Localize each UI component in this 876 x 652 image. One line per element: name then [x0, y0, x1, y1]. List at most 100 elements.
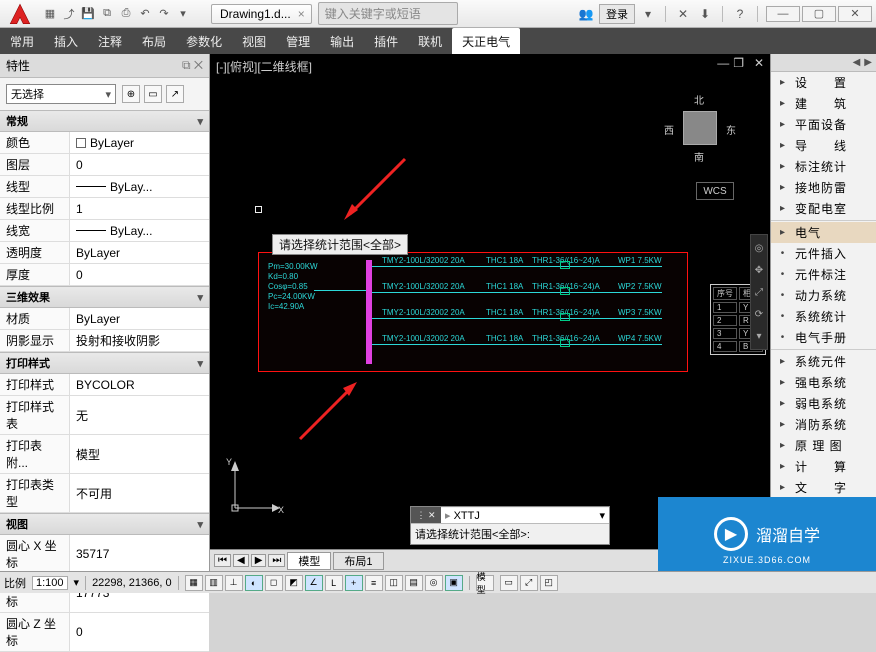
app-logo[interactable]: [2, 2, 38, 26]
tab-annotate[interactable]: 注释: [88, 28, 132, 54]
nav-showmo-icon[interactable]: ▾: [752, 329, 766, 343]
close-button[interactable]: ✕: [838, 6, 872, 22]
undo-icon[interactable]: ↶: [137, 6, 153, 22]
tab-view[interactable]: 视图: [232, 28, 276, 54]
scale-value[interactable]: 1:100: [32, 576, 68, 590]
osnap-icon[interactable]: ◻: [265, 575, 283, 591]
tool-item[interactable]: ▸建 筑: [771, 93, 876, 114]
tab-insert[interactable]: 插入: [44, 28, 88, 54]
prop-plotstyle-value[interactable]: BYCOLOR: [70, 374, 209, 395]
document-tab[interactable]: Drawing1.d...: [211, 4, 312, 24]
qp-icon[interactable]: ▤: [405, 575, 423, 591]
section-plotstyle[interactable]: 打印样式: [0, 352, 209, 374]
wcs-indicator[interactable]: WCS: [696, 182, 734, 200]
selection-filter-dropdown[interactable]: 无选择: [6, 84, 116, 104]
cloud-icon[interactable]: ⬇: [696, 5, 714, 23]
prop-ltscale-value[interactable]: 1: [70, 198, 209, 219]
pickadd-icon[interactable]: ⊕: [122, 85, 140, 103]
viewport-title[interactable]: [-][俯视][二维线框]: [216, 58, 312, 75]
new-icon[interactable]: ▦: [42, 6, 58, 22]
tool-item[interactable]: ▸消防系统: [771, 414, 876, 435]
maximize-button[interactable]: ▢: [802, 6, 836, 22]
quick-select-icon[interactable]: ↗: [166, 85, 184, 103]
tool-item[interactable]: ▸标注统计: [771, 156, 876, 177]
sb-ext2-icon[interactable]: ⤢: [520, 575, 538, 591]
sc-icon[interactable]: ◎: [425, 575, 443, 591]
grid-icon[interactable]: ▥: [205, 575, 223, 591]
tab-scroll-first-icon[interactable]: ⏮: [214, 554, 231, 567]
prop-centerx-value[interactable]: 35717: [70, 535, 209, 573]
tab-online[interactable]: 联机: [408, 28, 452, 54]
tab-common[interactable]: 常用: [0, 28, 44, 54]
tool-item[interactable]: ▸设 置: [771, 72, 876, 93]
sb-ext1-icon[interactable]: ▭: [500, 575, 518, 591]
print-icon[interactable]: ⎙: [118, 6, 134, 22]
section-view[interactable]: 视图: [0, 513, 209, 535]
tool-item[interactable]: ▸强电系统: [771, 372, 876, 393]
polar-icon[interactable]: ◐: [245, 575, 263, 591]
tool-item[interactable]: ▸系统元件: [771, 351, 876, 372]
command-line[interactable]: ⋮ ✕ ▸ XTTJ▾ 请选择统计范围<全部>:: [410, 506, 610, 545]
vp-min-icon[interactable]: —: [717, 56, 729, 70]
prop-plottabletype-value[interactable]: 不可用: [70, 474, 209, 512]
tab-layout[interactable]: 布局: [132, 28, 176, 54]
qat-more-icon[interactable]: ▾: [175, 6, 191, 22]
model-paper-toggle[interactable]: 模型: [476, 575, 494, 591]
open-icon[interactable]: ⤴: [61, 6, 77, 22]
snap-icon[interactable]: ▦: [185, 575, 203, 591]
prop-transparency-value[interactable]: ByLayer: [70, 242, 209, 263]
selection-handle[interactable]: [255, 206, 262, 213]
tool-item[interactable]: •元件插入: [771, 243, 876, 264]
drawing-canvas[interactable]: [-][俯视][二维线框] — ❐ ✕ 北 东 南 西 WCS 请选择统计范围<…: [210, 54, 770, 571]
tab-output[interactable]: 输出: [320, 28, 364, 54]
command-input[interactable]: ▸ XTTJ▾: [441, 508, 609, 523]
login-button[interactable]: 登录: [599, 4, 635, 24]
tool-item[interactable]: •系统统计: [771, 306, 876, 327]
tab-scroll-prev-icon[interactable]: ◀: [233, 554, 249, 567]
viewcube-west[interactable]: 西: [664, 122, 674, 137]
prop-plotattach-value[interactable]: 模型: [70, 435, 209, 473]
vp-restore-icon[interactable]: ❐: [733, 56, 744, 70]
am-icon[interactable]: ▣: [445, 575, 463, 591]
cmdline-grip-icon[interactable]: ⋮ ✕: [411, 507, 441, 523]
section-render[interactable]: 三维效果: [0, 286, 209, 308]
prop-color-value[interactable]: ByLayer: [70, 132, 209, 153]
prop-linetype-value[interactable]: ByLay...: [70, 176, 209, 197]
tab-scroll-next-icon[interactable]: ▶: [251, 554, 267, 567]
tool-item[interactable]: •动力系统: [771, 285, 876, 306]
tool-item[interactable]: •电气手册: [771, 327, 876, 348]
exchange-icon[interactable]: ✕: [674, 5, 692, 23]
sb-ext3-icon[interactable]: ◰: [540, 575, 558, 591]
prop-thickness-value[interactable]: 0: [70, 264, 209, 285]
section-general[interactable]: 常规: [0, 110, 209, 132]
nav-orbit-icon[interactable]: ⟳: [752, 307, 766, 321]
nav-zoom-icon[interactable]: ⤢: [752, 285, 766, 299]
tool-item[interactable]: ▸原 理 图: [771, 435, 876, 456]
tool-item[interactable]: ▸平面设备: [771, 114, 876, 135]
viewcube-south[interactable]: 南: [694, 149, 704, 164]
osnap3d-icon[interactable]: ◩: [285, 575, 303, 591]
tab-scroll-last-icon[interactable]: ⏭: [268, 554, 285, 567]
tab-model[interactable]: 模型: [287, 552, 331, 570]
ducs-icon[interactable]: L: [325, 575, 343, 591]
prop-shadow-value[interactable]: 投射和接收阴影: [70, 330, 209, 351]
select-objects-icon[interactable]: ▭: [144, 85, 162, 103]
viewcube-north[interactable]: 北: [694, 92, 704, 107]
otrack-icon[interactable]: ∠: [305, 575, 323, 591]
tool-item[interactable]: •元件标注: [771, 264, 876, 285]
prop-layer-value[interactable]: 0: [70, 154, 209, 175]
minimize-button[interactable]: —: [766, 6, 800, 22]
prop-centerz-value[interactable]: 0: [70, 613, 209, 651]
tab-plugin[interactable]: 插件: [364, 28, 408, 54]
lwt-icon[interactable]: ≡: [365, 575, 383, 591]
scale-dropdown-icon[interactable]: ▾: [74, 576, 80, 589]
tool-item[interactable]: ▸弱电系统: [771, 393, 876, 414]
coordinate-readout[interactable]: 22298, 21366, 0: [92, 577, 172, 589]
tab-parametric[interactable]: 参数化: [176, 28, 232, 54]
redo-icon[interactable]: ↷: [156, 6, 172, 22]
tool-item[interactable]: ▸文 字: [771, 477, 876, 498]
tool-item[interactable]: ▸导 线: [771, 135, 876, 156]
tool-item[interactable]: ▸计 算: [771, 456, 876, 477]
tab-layout1[interactable]: 布局1: [333, 552, 383, 570]
viewcube[interactable]: 北 东 南 西: [666, 94, 734, 162]
